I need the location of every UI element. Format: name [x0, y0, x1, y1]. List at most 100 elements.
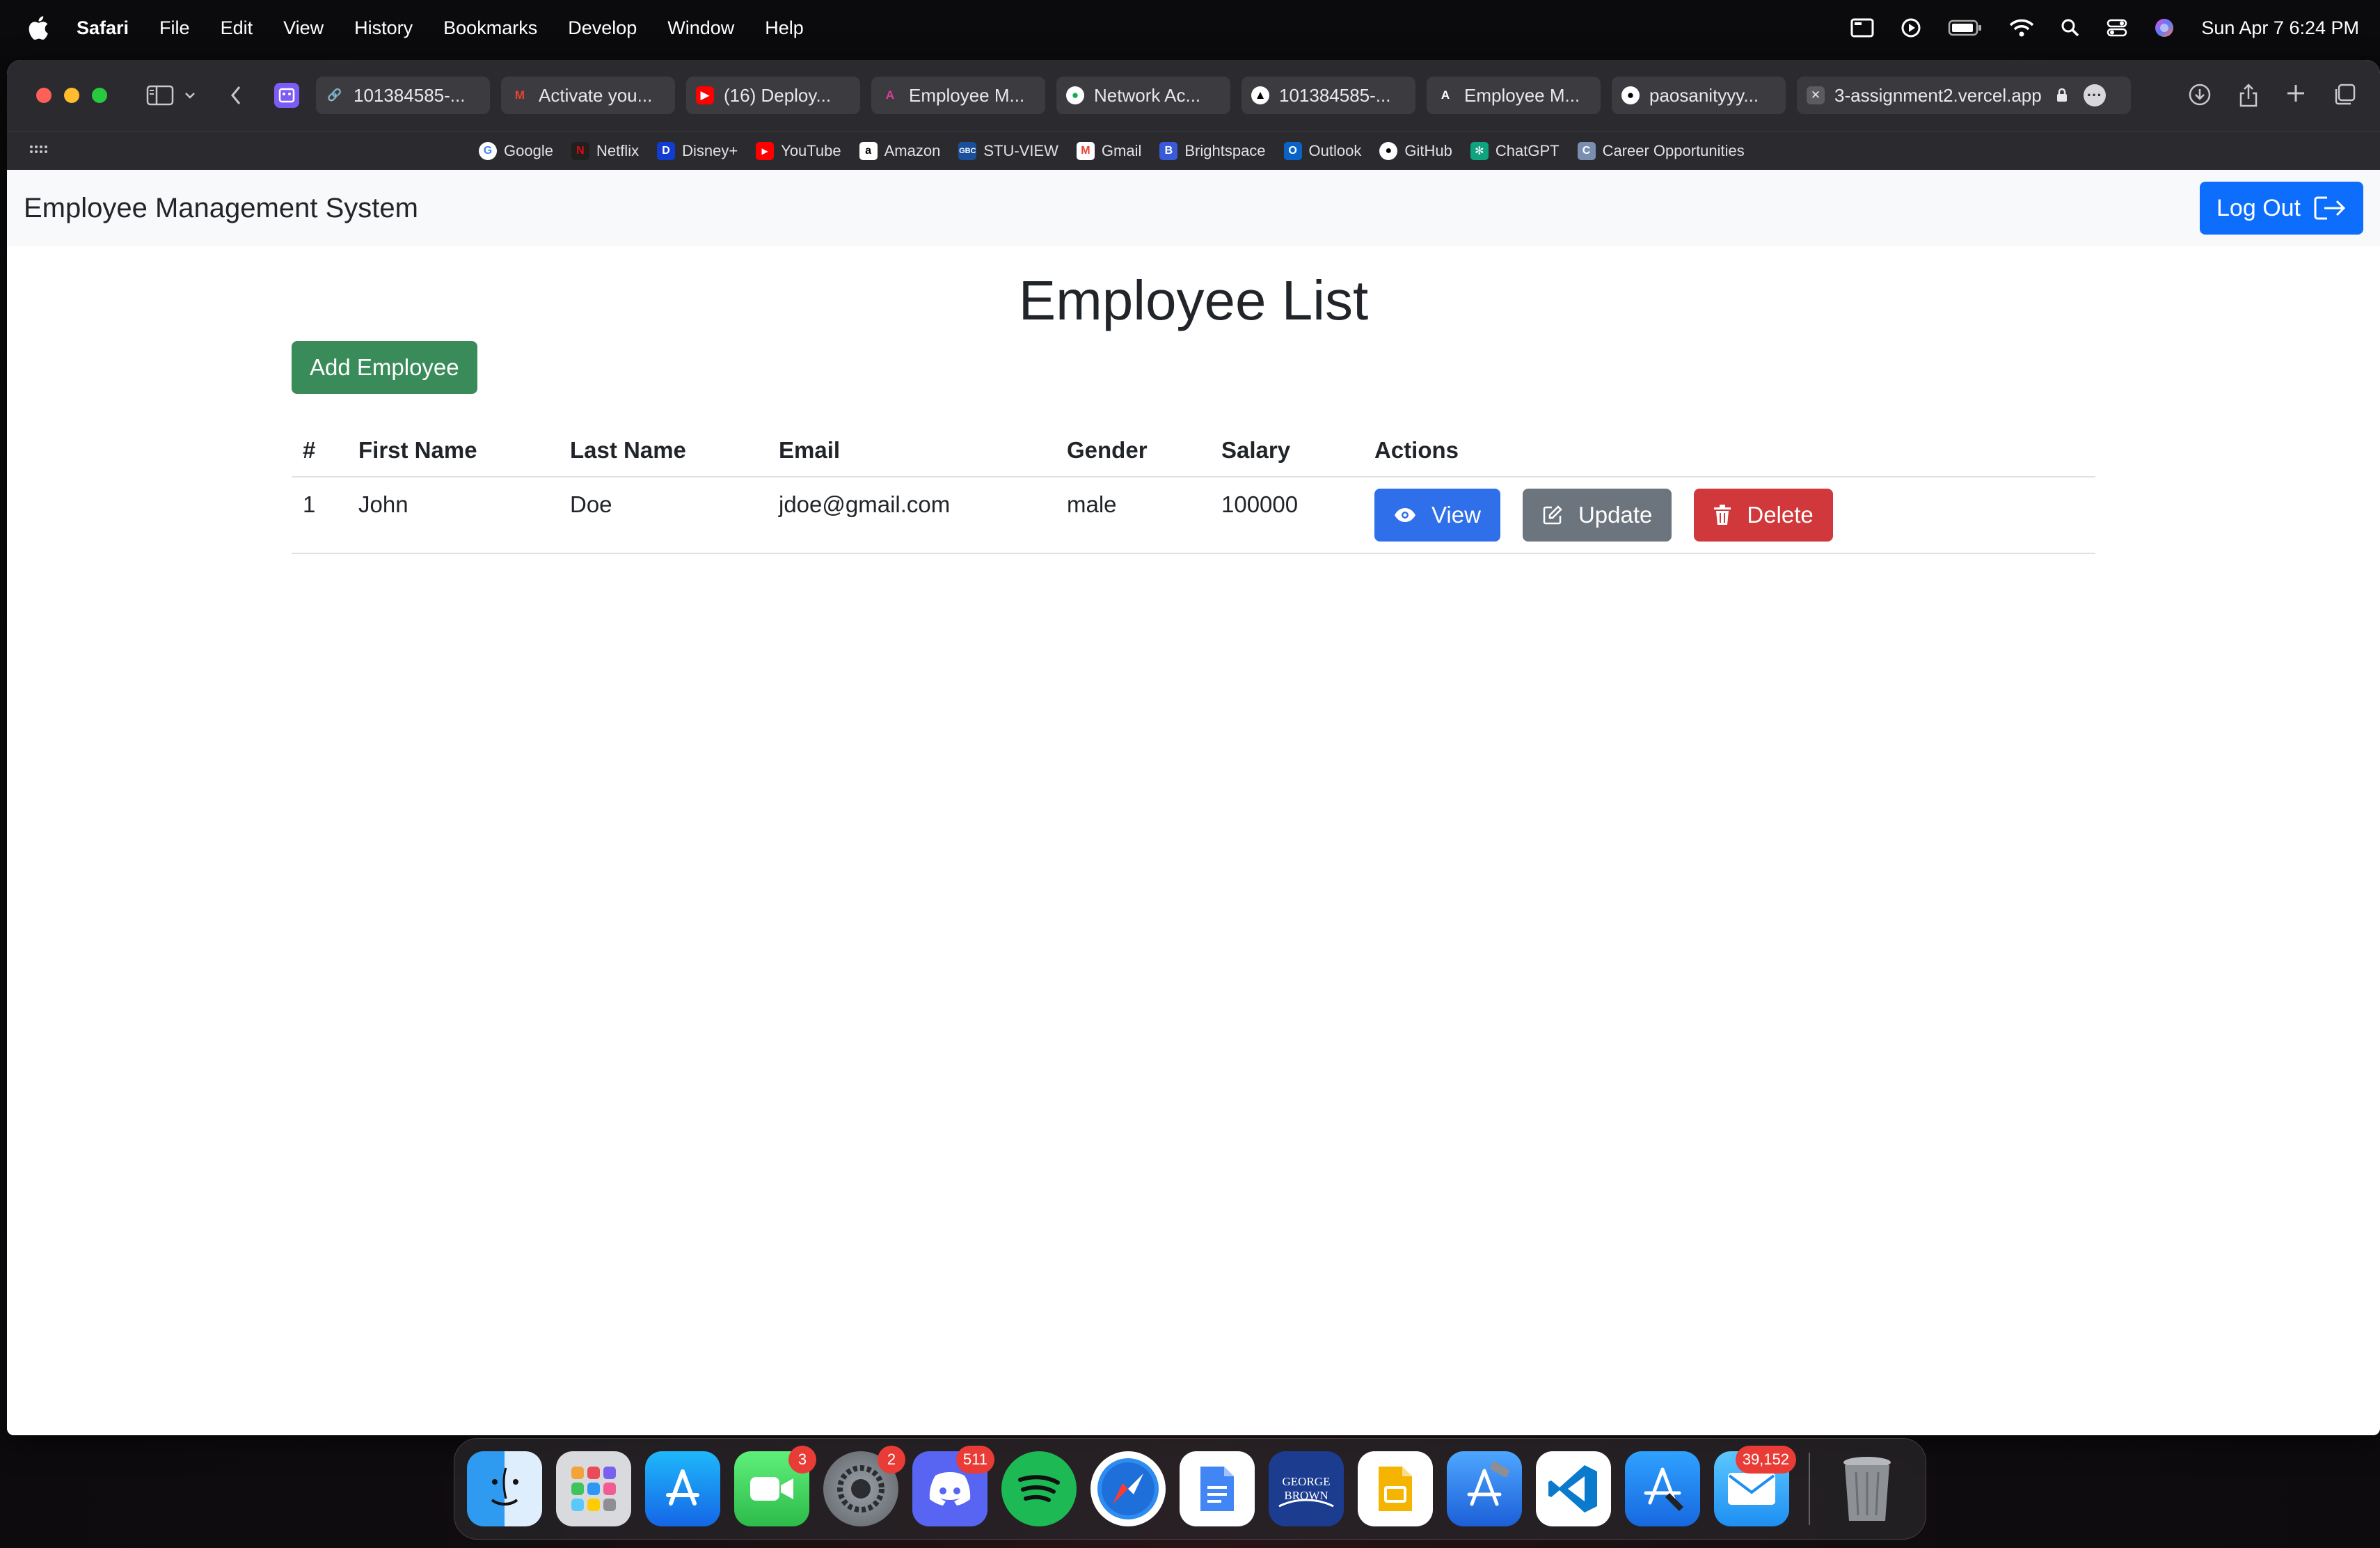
discord-icon[interactable]: 511: [912, 1446, 994, 1526]
add-employee-button[interactable]: Add Employee: [292, 341, 477, 394]
lock-icon: [2056, 88, 2067, 102]
chevron-down-icon[interactable]: [184, 91, 196, 100]
app-store-icon[interactable]: [645, 1451, 720, 1526]
sidebar-toggle-icon[interactable]: [146, 85, 174, 106]
bookmark-google[interactable]: G Google: [479, 141, 553, 160]
navbar-brand[interactable]: Employee Management System: [24, 193, 418, 224]
bookmark-stu-view[interactable]: GBC STU-VIEW: [958, 141, 1058, 160]
screen-icon[interactable]: [1850, 18, 1874, 38]
more-options-icon[interactable]: ···: [2083, 84, 2106, 106]
tab-bar: 🔗 101384585-... M Activate you... ▶ (16)…: [316, 77, 2131, 114]
logout-button[interactable]: Log Out: [2200, 182, 2363, 235]
siri-icon[interactable]: [2154, 17, 2175, 38]
menu-file[interactable]: File: [159, 17, 190, 39]
menu-bookmarks[interactable]: Bookmarks: [443, 17, 537, 39]
menu-app-name[interactable]: Safari: [77, 17, 129, 39]
minimize-window-button[interactable]: [64, 88, 79, 103]
gmail-icon: M: [514, 88, 525, 102]
bookmark-label: ChatGPT: [1495, 141, 1560, 159]
bookmark-disney[interactable]: D Disney+: [657, 141, 738, 160]
tab-1[interactable]: 🔗 101384585-...: [316, 77, 490, 114]
new-tab-icon[interactable]: [2285, 83, 2306, 104]
battery-icon[interactable]: [1948, 19, 1983, 37]
developer-tool-icon[interactable]: [1625, 1451, 1700, 1526]
control-center-icon[interactable]: [2107, 18, 2127, 38]
george-brown-icon[interactable]: GEORGE BROWN: [1269, 1451, 1344, 1526]
bookmark-label: Brightspace: [1184, 141, 1266, 159]
cell-gender: male: [1056, 477, 1210, 554]
google-slides-icon[interactable]: [1358, 1451, 1433, 1526]
bookmark-outlook[interactable]: O Outlook: [1283, 141, 1361, 160]
spotify-icon[interactable]: [1001, 1451, 1077, 1526]
facetime-badge: 3: [788, 1446, 816, 1474]
menu-help[interactable]: Help: [765, 17, 804, 39]
safari-icon[interactable]: [1090, 1451, 1166, 1526]
tab-5[interactable]: ● Network Ac...: [1056, 77, 1230, 114]
launchpad-icon[interactable]: [556, 1451, 631, 1526]
trash-icon[interactable]: [1830, 1451, 1905, 1526]
download-icon[interactable]: [2188, 83, 2212, 106]
tab-8[interactable]: ● paosanityyy...: [1612, 77, 1786, 114]
stu-view-icon: GBC: [958, 141, 977, 160]
spotlight-search-icon[interactable]: [2061, 18, 2080, 38]
wifi-icon[interactable]: [2009, 18, 2034, 38]
google-docs-icon[interactable]: [1180, 1451, 1255, 1526]
apple-menu-icon[interactable]: [28, 15, 49, 40]
mail-icon[interactable]: 39,152: [1714, 1446, 1796, 1526]
safari-window: 🔗 101384585-... M Activate you... ▶ (16)…: [7, 60, 2380, 1435]
bookmark-amazon[interactable]: a Amazon: [859, 141, 940, 160]
finder-icon[interactable]: [467, 1451, 542, 1526]
menu-history[interactable]: History: [354, 17, 413, 39]
dock-separator: [1809, 1453, 1810, 1525]
bookmark-chatgpt[interactable]: ✻ ChatGPT: [1470, 141, 1560, 160]
vscode-icon[interactable]: [1536, 1451, 1611, 1526]
traffic-lights: [36, 88, 107, 103]
tab-group-icon[interactable]: [273, 81, 301, 109]
system-settings-icon[interactable]: 2: [823, 1446, 905, 1526]
github-icon: ●: [1379, 141, 1398, 160]
tab-4[interactable]: A Employee M...: [871, 77, 1045, 114]
menu-clock[interactable]: Sun Apr 7 6:24 PM: [2201, 17, 2359, 39]
youtube-icon: ▶: [696, 86, 714, 104]
close-tab-icon[interactable]: ✕: [1807, 86, 1825, 104]
bookmark-brightspace[interactable]: B Brightspace: [1159, 141, 1266, 160]
bookmark-career[interactable]: C Career Opportunities: [1577, 141, 1745, 160]
address-text[interactable]: 3-assignment2.vercel.app: [1834, 85, 2042, 106]
bookmark-gmail[interactable]: M Gmail: [1076, 141, 1141, 160]
back-icon[interactable]: [230, 85, 242, 106]
tab-6[interactable]: ▲ 101384585-...: [1241, 77, 1415, 114]
bookmark-label: Netflix: [596, 141, 640, 159]
bookmark-netflix[interactable]: N Netflix: [571, 141, 640, 160]
cell-email: jdoe@gmail.com: [768, 477, 1056, 554]
close-window-button[interactable]: [36, 88, 51, 103]
play-icon[interactable]: [1901, 17, 1921, 38]
gmail-icon: M: [1076, 141, 1095, 160]
menu-bar: Safari File Edit View History Bookmarks …: [0, 0, 2380, 56]
zoom-window-button[interactable]: [92, 88, 107, 103]
update-button[interactable]: Update: [1522, 489, 1672, 542]
grid-icon[interactable]: [29, 145, 47, 157]
xcode-icon[interactable]: [1447, 1451, 1522, 1526]
tab-3[interactable]: ▶ (16) Deploy...: [686, 77, 860, 114]
menu-view[interactable]: View: [283, 17, 324, 39]
column-header-index: #: [292, 425, 347, 477]
tab-active-address[interactable]: ✕ 3-assignment2.vercel.app ···: [1797, 77, 2131, 114]
tab-7[interactable]: A Employee M...: [1427, 77, 1601, 114]
facetime-icon[interactable]: 3: [734, 1446, 816, 1526]
menu-develop[interactable]: Develop: [568, 17, 637, 39]
tab-2[interactable]: M Activate you...: [501, 77, 675, 114]
share-icon[interactable]: [2238, 83, 2259, 108]
bookmark-youtube[interactable]: ▶ YouTube: [756, 141, 841, 160]
app-navbar: Employee Management System Log Out: [7, 170, 2380, 246]
bookmark-github[interactable]: ● GitHub: [1379, 141, 1452, 160]
delete-button[interactable]: Delete: [1694, 489, 1833, 542]
menu-edit[interactable]: Edit: [221, 17, 253, 39]
tab-label: 101384585-...: [1279, 84, 1391, 106]
tab-overview-icon[interactable]: [2333, 83, 2356, 106]
svg-text:GEORGE: GEORGE: [1283, 1475, 1331, 1488]
amazon-icon: a: [859, 141, 878, 160]
status-area: Sun Apr 7 6:24 PM: [1850, 17, 2359, 39]
view-label: View: [1431, 502, 1481, 528]
menu-window[interactable]: Window: [667, 17, 734, 39]
view-button[interactable]: View: [1374, 489, 1500, 542]
